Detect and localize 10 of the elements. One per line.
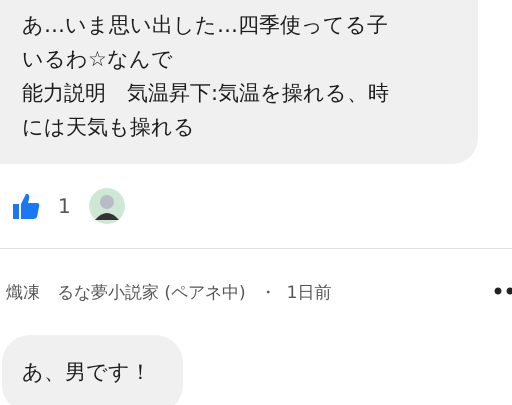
like-count: 1	[58, 194, 71, 218]
avatar-icon[interactable]	[88, 188, 125, 224]
comment-text: あ…いま思い出した…四季使ってる子いるわ☆なんで	[22, 12, 389, 73]
thumbs-up-icon[interactable]	[11, 191, 41, 221]
separator-dot: ・	[260, 282, 277, 304]
more-icon[interactable]	[494, 287, 512, 295]
reply-text: あ、男です！	[22, 360, 151, 384]
comment-text: 能力説明 気温昇下:気温を操れる、時には天気も操れる	[22, 80, 390, 141]
timestamp: 1日前	[286, 282, 332, 304]
author-name[interactable]: 熾凍 るな夢小説家 (ペアネ中)	[6, 280, 246, 304]
